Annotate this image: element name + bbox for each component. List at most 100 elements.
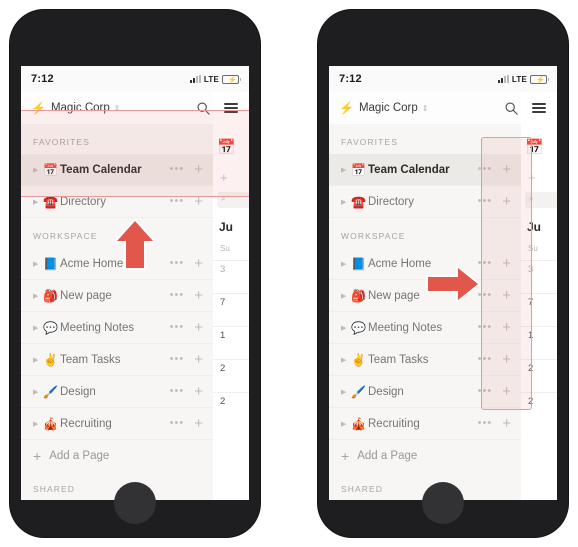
more-options-icon[interactable]: ••• <box>170 418 185 429</box>
add-subpage-icon[interactable]: + <box>194 256 203 271</box>
peek-search-input[interactable]: ⌕ <box>525 192 557 208</box>
more-options-icon[interactable]: ••• <box>170 290 185 301</box>
sidebar-item-recruiting[interactable]: ▶ 🎪 Recruiting ••• + <box>21 408 213 440</box>
sidebar: FAVORITES ▶ 📅 Team Calendar ••• + ▶ ☎️ D… <box>329 124 521 500</box>
chevron-updown-icon[interactable]: ⇕ <box>422 104 429 113</box>
disclosure-triangle-icon[interactable]: ▶ <box>33 356 43 364</box>
sidebar-item-team-tasks[interactable]: ▶ ✌️ Team Tasks ••• + <box>21 344 213 376</box>
plus-icon: + <box>33 447 42 464</box>
peek-search-input[interactable]: ⌕ <box>217 192 249 208</box>
more-options-icon[interactable]: ••• <box>170 386 185 397</box>
disclosure-triangle-icon[interactable]: ▶ <box>341 420 351 428</box>
add-subpage-icon[interactable]: + <box>502 320 511 335</box>
disclosure-triangle-icon[interactable]: ▶ <box>341 260 351 268</box>
add-block-icon[interactable]: + <box>528 170 536 185</box>
more-options-icon[interactable]: ••• <box>170 164 185 175</box>
add-a-page-label: Add a Page <box>49 449 110 462</box>
sidebar-item-new-page[interactable]: ▶ 🎒 New page ••• + <box>21 280 213 312</box>
sidebar-item-design[interactable]: ▶ 🖌️ Design ••• + <box>21 376 213 408</box>
sidebar-item-team-tasks[interactable]: ▶ ✌️ Team Tasks ••• + <box>329 344 521 376</box>
more-options-icon[interactable]: ••• <box>170 258 185 269</box>
sidebar-item-acme-home[interactable]: ▶ 📘 Acme Home ••• + <box>329 248 521 280</box>
sidebar-item-recruiting[interactable]: ▶ 🎪 Recruiting ••• + <box>329 408 521 440</box>
calendar-day-cell[interactable]: 7 <box>521 293 557 326</box>
sidebar-item-design[interactable]: ▶ 🖌️ Design ••• + <box>329 376 521 408</box>
chevron-updown-icon[interactable]: ⇕ <box>114 104 121 113</box>
calendar-day-cell[interactable]: 2 <box>213 359 249 392</box>
add-subpage-icon[interactable]: + <box>194 320 203 335</box>
calendar-day-cell[interactable]: 3 <box>213 260 249 293</box>
disclosure-triangle-icon[interactable]: ▶ <box>33 420 43 428</box>
menu-button[interactable] <box>213 92 249 124</box>
disclosure-triangle-icon[interactable]: ▶ <box>33 292 43 300</box>
sidebar-item-acme-home[interactable]: ▶ 📘 Acme Home ••• + <box>21 248 213 280</box>
disclosure-triangle-icon[interactable]: ▶ <box>33 324 43 332</box>
sidebar-item-team-calendar[interactable]: ▶ 📅 Team Calendar ••• + <box>21 154 213 186</box>
add-subpage-icon[interactable]: + <box>194 162 203 177</box>
sidebar-item-directory[interactable]: ▶ ☎️ Directory ••• + <box>21 186 213 218</box>
more-options-icon[interactable]: ••• <box>170 322 185 333</box>
disclosure-triangle-icon[interactable]: ▶ <box>341 356 351 364</box>
calendar-day-cell[interactable]: 1 <box>521 326 557 359</box>
page-peek-panel[interactable]: 📅 + ⌕ Ju Su 3 7 1 2 2 <box>521 124 557 500</box>
home-button[interactable] <box>114 482 156 524</box>
disclosure-triangle-icon[interactable]: ▶ <box>341 198 351 206</box>
calendar-day-cell[interactable]: 2 <box>213 392 249 425</box>
add-subpage-icon[interactable]: + <box>502 416 511 431</box>
sidebar-item-new-page[interactable]: ▶ 🎒 New page ••• + <box>329 280 521 312</box>
home-button[interactable] <box>422 482 464 524</box>
calendar-month-label: Ju <box>527 220 542 234</box>
disclosure-triangle-icon[interactable]: ▶ <box>33 166 43 174</box>
search-icon[interactable] <box>504 101 519 116</box>
sidebar-item-team-calendar[interactable]: ▶ 📅 Team Calendar ••• + <box>329 154 521 186</box>
add-subpage-icon[interactable]: + <box>194 416 203 431</box>
calendar-day-cell[interactable]: 1 <box>213 326 249 359</box>
add-subpage-icon[interactable]: + <box>502 352 511 367</box>
calendar-day-cell[interactable]: 7 <box>213 293 249 326</box>
add-subpage-icon[interactable]: + <box>194 288 203 303</box>
add-subpage-icon[interactable]: + <box>502 162 511 177</box>
add-subpage-icon[interactable]: + <box>502 256 511 271</box>
more-options-icon[interactable]: ••• <box>170 354 185 365</box>
workspace-name[interactable]: Magic Corp <box>359 102 418 114</box>
more-options-icon[interactable]: ••• <box>478 196 493 207</box>
more-options-icon[interactable]: ••• <box>478 418 493 429</box>
more-options-icon[interactable]: ••• <box>170 196 185 207</box>
calendar-day-cell[interactable]: 3 <box>521 260 557 293</box>
page-emoji-icon: 📘 <box>43 256 58 271</box>
more-options-icon[interactable]: ••• <box>478 290 493 301</box>
disclosure-triangle-icon[interactable]: ▶ <box>341 324 351 332</box>
more-options-icon[interactable]: ••• <box>478 258 493 269</box>
disclosure-triangle-icon[interactable]: ▶ <box>341 292 351 300</box>
add-subpage-icon[interactable]: + <box>502 384 511 399</box>
add-subpage-icon[interactable]: + <box>502 288 511 303</box>
disclosure-triangle-icon[interactable]: ▶ <box>33 260 43 268</box>
add-subpage-icon[interactable]: + <box>502 194 511 209</box>
search-icon[interactable] <box>196 101 211 116</box>
sidebar-item-directory[interactable]: ▶ ☎️ Directory ••• + <box>329 186 521 218</box>
add-block-icon[interactable]: + <box>220 170 228 185</box>
menu-button[interactable] <box>521 92 557 124</box>
more-options-icon[interactable]: ••• <box>478 386 493 397</box>
sidebar-item-meeting-notes[interactable]: ▶ 💬 Meeting Notes ••• + <box>329 312 521 344</box>
more-options-icon[interactable]: ••• <box>478 164 493 175</box>
more-options-icon[interactable]: ••• <box>478 354 493 365</box>
disclosure-triangle-icon[interactable]: ▶ <box>341 166 351 174</box>
add-subpage-icon[interactable]: + <box>194 384 203 399</box>
workspace-name[interactable]: Magic Corp <box>51 102 110 114</box>
add-subpage-icon[interactable]: + <box>194 194 203 209</box>
sidebar-item-meeting-notes[interactable]: ▶ 💬 Meeting Notes ••• + <box>21 312 213 344</box>
disclosure-triangle-icon[interactable]: ▶ <box>33 198 43 206</box>
calendar-day-cell[interactable]: 2 <box>521 392 557 425</box>
add-a-page-button[interactable]: + Add a Page <box>329 440 521 471</box>
disclosure-triangle-icon[interactable]: ▶ <box>341 388 351 396</box>
sidebar-item-label: Team Tasks <box>60 353 121 366</box>
add-subpage-icon[interactable]: + <box>194 352 203 367</box>
add-a-page-button[interactable]: + Add a Page <box>21 440 213 471</box>
disclosure-triangle-icon[interactable]: ▶ <box>33 388 43 396</box>
row-actions: ••• + <box>478 416 521 431</box>
page-peek-panel[interactable]: 📅 + ⌕ Ju Su 3 7 1 2 2 <box>213 124 249 500</box>
calendar-day-cell[interactable]: 2 <box>521 359 557 392</box>
status-indicators: LTE ⚡ <box>189 74 241 84</box>
more-options-icon[interactable]: ••• <box>478 322 493 333</box>
